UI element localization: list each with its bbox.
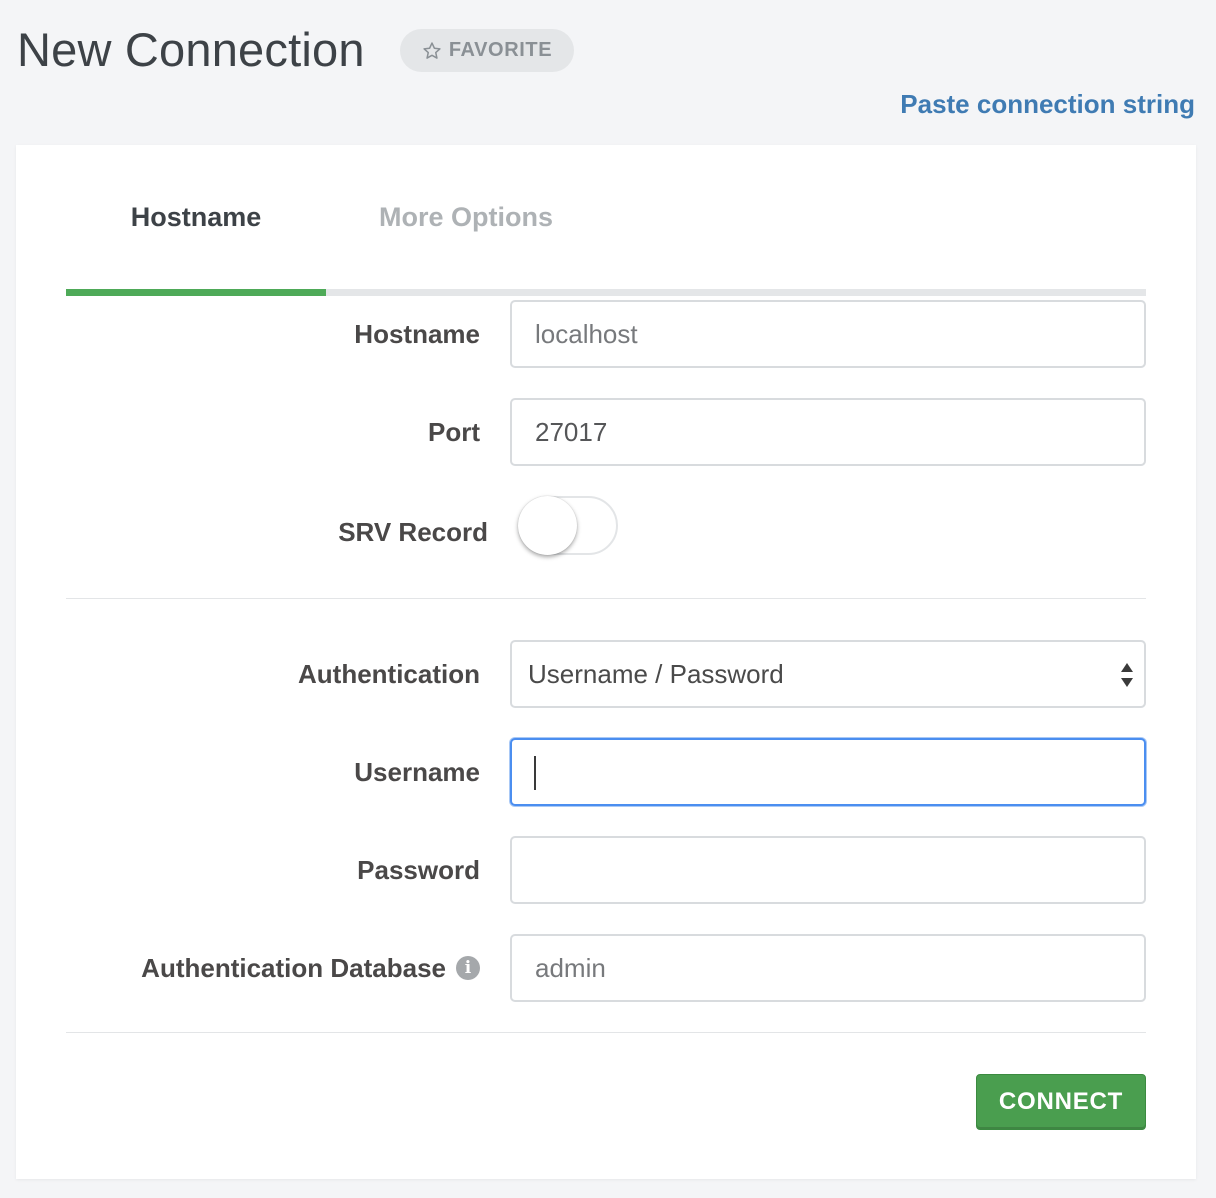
hostname-input[interactable] xyxy=(510,300,1146,368)
srv-record-label: SRV Record xyxy=(338,516,488,547)
footer-divider xyxy=(66,1032,1146,1033)
text-caret xyxy=(534,756,536,790)
password-label: Password xyxy=(357,854,480,885)
tab-underline-track xyxy=(66,289,1146,296)
connection-form-card: Hostname More Options Hostname Port SRV … xyxy=(16,145,1196,1179)
authentication-selected-value: Username / Password xyxy=(528,658,784,689)
username-label: Username xyxy=(354,756,480,787)
select-arrows-icon xyxy=(1121,663,1133,687)
favorite-label: FAVORITE xyxy=(448,39,553,61)
paste-connection-string-link[interactable]: Paste connection string xyxy=(900,89,1195,120)
page-title: New Connection xyxy=(17,23,365,76)
tab-hostname[interactable]: Hostname xyxy=(66,192,326,242)
srv-record-toggle[interactable] xyxy=(518,496,618,555)
port-input[interactable] xyxy=(510,398,1146,466)
username-input[interactable] xyxy=(510,738,1146,806)
connect-button[interactable]: CONNECT xyxy=(976,1074,1146,1130)
toggle-knob xyxy=(518,496,577,555)
port-label: Port xyxy=(428,416,480,447)
star-outline-icon xyxy=(423,41,441,59)
hostname-label: Hostname xyxy=(354,318,480,349)
auth-database-label: Authentication Database xyxy=(141,952,446,983)
tab-bar: Hostname More Options xyxy=(66,192,1146,296)
auth-database-input[interactable] xyxy=(510,934,1146,1002)
password-input[interactable] xyxy=(510,836,1146,904)
tab-more-options[interactable]: More Options xyxy=(326,192,606,242)
favorite-button[interactable]: FAVORITE xyxy=(400,29,574,72)
authentication-label: Authentication xyxy=(298,658,480,689)
tab-active-indicator xyxy=(66,289,326,296)
section-divider xyxy=(66,598,1146,599)
info-icon[interactable]: i xyxy=(456,956,480,980)
authentication-select[interactable]: Username / Password xyxy=(510,640,1146,708)
auth-database-label-group: Authentication Database i xyxy=(76,934,480,1002)
